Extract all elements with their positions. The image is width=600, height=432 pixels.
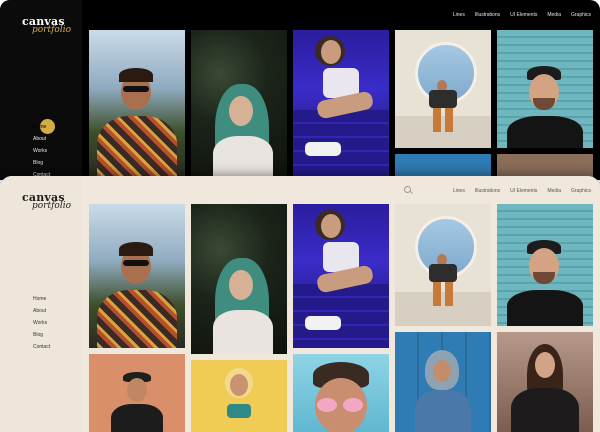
side-nav-blog[interactable]: Blog — [33, 332, 50, 344]
top-nav: Lines Illustrations UI Elements Media Gr… — [453, 12, 591, 18]
photo-grid — [89, 204, 593, 432]
side-nav-about[interactable]: About — [33, 308, 50, 320]
top-nav-lines[interactable]: Lines — [453, 188, 465, 194]
top-nav: Lines Illustrations UI Elements Media Gr… — [453, 188, 591, 194]
side-nav-works[interactable]: Works — [33, 148, 50, 160]
photo-man-denim-hoodie[interactable] — [395, 332, 491, 432]
photo-man-sunglasses[interactable] — [89, 30, 185, 176]
photo-woman-green-hijab[interactable] — [191, 204, 287, 354]
dark-portfolio-mockup: canvas portfolio Home About Works Blog C… — [0, 0, 600, 180]
top-nav-illustrations[interactable]: Illustrations — [475, 188, 500, 194]
sidebar: canvas portfolio Home About Works Blog C… — [0, 0, 82, 180]
search-icon[interactable] — [404, 186, 411, 193]
light-portfolio-mockup: canvas portfolio Home About Works Blog C… — [0, 176, 600, 432]
side-nav-about[interactable]: About — [33, 136, 50, 148]
side-nav-works[interactable]: Works — [33, 320, 50, 332]
photo-grid — [89, 30, 593, 180]
photo-woman-green-hijab[interactable] — [191, 30, 287, 176]
photo-woman-neon-stairs[interactable] — [293, 30, 389, 176]
top-nav-media[interactable]: Media — [547, 12, 561, 18]
top-nav-ui-elements[interactable]: UI Elements — [510, 188, 537, 194]
logo[interactable]: canvas portfolio — [22, 16, 71, 35]
photo-man-black-cap[interactable] — [497, 30, 593, 148]
side-nav-home[interactable]: Home — [33, 296, 50, 308]
top-nav-illustrations[interactable]: Illustrations — [475, 12, 500, 18]
photo-man-black-cap[interactable] — [497, 204, 593, 326]
photo-woman-leather-jacket[interactable] — [497, 332, 593, 432]
top-nav-media[interactable]: Media — [547, 188, 561, 194]
photo-woman-yellow-background[interactable] — [191, 360, 287, 432]
logo-subtitle: portfolio — [32, 25, 72, 35]
top-nav-graphics[interactable]: Graphics — [571, 12, 591, 18]
side-nav-contact[interactable]: Contact — [33, 344, 50, 356]
side-nav-home[interactable]: Home — [33, 124, 50, 136]
photo-man-sitting-arch[interactable] — [395, 204, 491, 326]
photo-man-sunglasses[interactable] — [89, 204, 185, 348]
photo-man-hat-orange-wall[interactable] — [89, 354, 185, 432]
photo-woman-neon-stairs[interactable] — [293, 204, 389, 348]
logo[interactable]: canvas portfolio — [22, 192, 71, 211]
side-nav: Home About Works Blog Contact — [33, 124, 50, 180]
side-nav-blog[interactable]: Blog — [33, 160, 50, 172]
top-nav-graphics[interactable]: Graphics — [571, 188, 591, 194]
top-nav-lines[interactable]: Lines — [453, 12, 465, 18]
top-nav-ui-elements[interactable]: UI Elements — [510, 12, 537, 18]
sidebar: canvas portfolio Home About Works Blog C… — [0, 176, 82, 432]
logo-subtitle: portfolio — [32, 201, 72, 211]
photo-man-sitting-arch[interactable] — [395, 30, 491, 148]
photo-man-pink-sunglasses[interactable] — [293, 354, 389, 432]
side-nav: Home About Works Blog Contact — [33, 296, 50, 356]
